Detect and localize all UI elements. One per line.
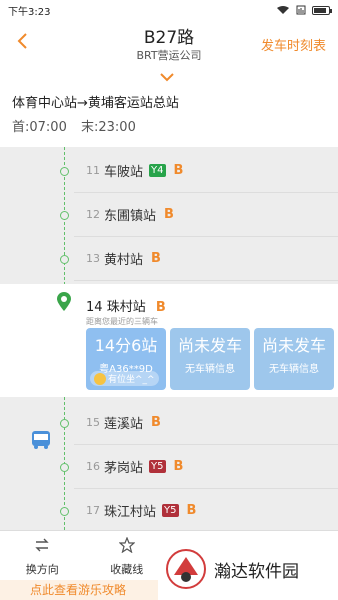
station-name: 珠村站 [106, 300, 146, 315]
chevron-left-icon [17, 33, 27, 49]
arrival-eta: 14分6站 [94, 336, 158, 355]
watermark: 瀚达软件园 [158, 538, 338, 600]
station-number: 11 [86, 164, 100, 177]
station-row[interactable]: 11 车陂站 Y4 B [74, 149, 338, 193]
status-icons [276, 5, 332, 15]
smile-icon [94, 372, 106, 385]
reverse-direction-button[interactable]: 换方向 [0, 531, 85, 580]
station-number: 13 [86, 252, 100, 265]
station-name: 莲溪站 [104, 417, 144, 432]
swap-direction-icon [35, 538, 49, 552]
seat-status: 有位坐^_^ [90, 371, 159, 386]
route-direction: 体育中心站→黄埔客运站总站 [12, 96, 179, 111]
station-row[interactable]: 13 黄村站 B [74, 237, 338, 281]
wifi-icon [277, 6, 289, 14]
service-hours: 首:07:00 末:23:00 [12, 116, 146, 135]
station-name: 黄村站 [104, 253, 144, 268]
bus-card[interactable]: 14分6站 粤A36**9D 有位坐^_^ [86, 328, 166, 390]
station-dot [60, 211, 69, 220]
station-number: 16 [86, 460, 100, 473]
brt-badge: B [151, 415, 161, 430]
nearest-buses-hint: 距离您最近的三辆车 [86, 317, 158, 326]
battery-icon [312, 5, 332, 15]
subway-badge: Y5 [162, 504, 179, 517]
status-bar: 下午3:23 [0, 0, 338, 20]
station-row[interactable]: 15 莲溪站 B [74, 401, 338, 445]
location-pin-icon [57, 292, 71, 311]
station-name: 东圃镇站 [104, 209, 157, 224]
watermark-text: 瀚达软件园 [214, 561, 299, 582]
station-dot [60, 507, 69, 516]
watermark-logo [166, 549, 206, 589]
bus-card[interactable]: 尚未发车 无车辆信息 [170, 328, 250, 390]
station-row[interactable]: 12 东圃镇站 B [74, 193, 338, 237]
bus-info: 无车辆信息 [185, 364, 235, 375]
station-dot [60, 463, 69, 472]
station-name: 茅岗站 [104, 461, 144, 476]
subway-badge: Y5 [149, 460, 166, 473]
subway-badge: Y4 [149, 164, 166, 177]
station-number: 12 [86, 208, 100, 221]
current-station-title: 14 珠村站 B [86, 296, 166, 315]
station-row[interactable]: 17 珠江村站 Y5 B [74, 489, 338, 533]
station-name: 车陂站 [104, 165, 144, 180]
first-bus-time: 首:07:00 [12, 120, 67, 135]
header: B27路 BRT营运公司 发车时刻表 [0, 22, 338, 68]
station-name: 珠江村站 [104, 505, 157, 520]
chevron-down-icon[interactable] [160, 72, 174, 82]
current-station-panel[interactable]: 14 珠村站 B 距离您最近的三辆车 14分6站 粤A36**9D 有位坐^_^… [0, 284, 338, 397]
station-row[interactable]: 16 茅岗站 Y5 B [74, 445, 338, 489]
brt-badge: B [151, 251, 161, 266]
brt-badge: B [155, 300, 166, 315]
station-dot [60, 419, 69, 428]
bus-card[interactable]: 尚未发车 无车辆信息 [254, 328, 334, 390]
tab-label: 收藏线 [110, 563, 144, 576]
status-time: 下午3:23 [8, 6, 51, 18]
favorite-line-button[interactable]: 收藏线 [85, 531, 170, 580]
station-number: 15 [86, 416, 100, 429]
last-bus-time: 末:23:00 [81, 120, 136, 135]
back-button[interactable] [16, 32, 28, 56]
station-dot [60, 167, 69, 176]
bus-icon [32, 431, 50, 449]
schedule-button[interactable]: 发车时刻表 [261, 35, 326, 54]
brt-badge: B [164, 207, 174, 222]
bus-status: 尚未发车 [177, 336, 242, 355]
seat-status-label: 有位坐^_^ [108, 375, 155, 385]
brt-badge: B [186, 503, 197, 518]
station-number: 14 [86, 300, 103, 315]
brt-badge: B [173, 163, 184, 178]
tab-label: 换方向 [25, 563, 59, 576]
station-number: 17 [86, 504, 100, 517]
brt-badge: B [173, 459, 184, 474]
bus-status: 尚未发车 [261, 336, 326, 355]
sim-icon [296, 5, 306, 15]
station-dot [60, 255, 69, 264]
star-icon [118, 536, 136, 554]
bus-info: 无车辆信息 [269, 364, 319, 375]
